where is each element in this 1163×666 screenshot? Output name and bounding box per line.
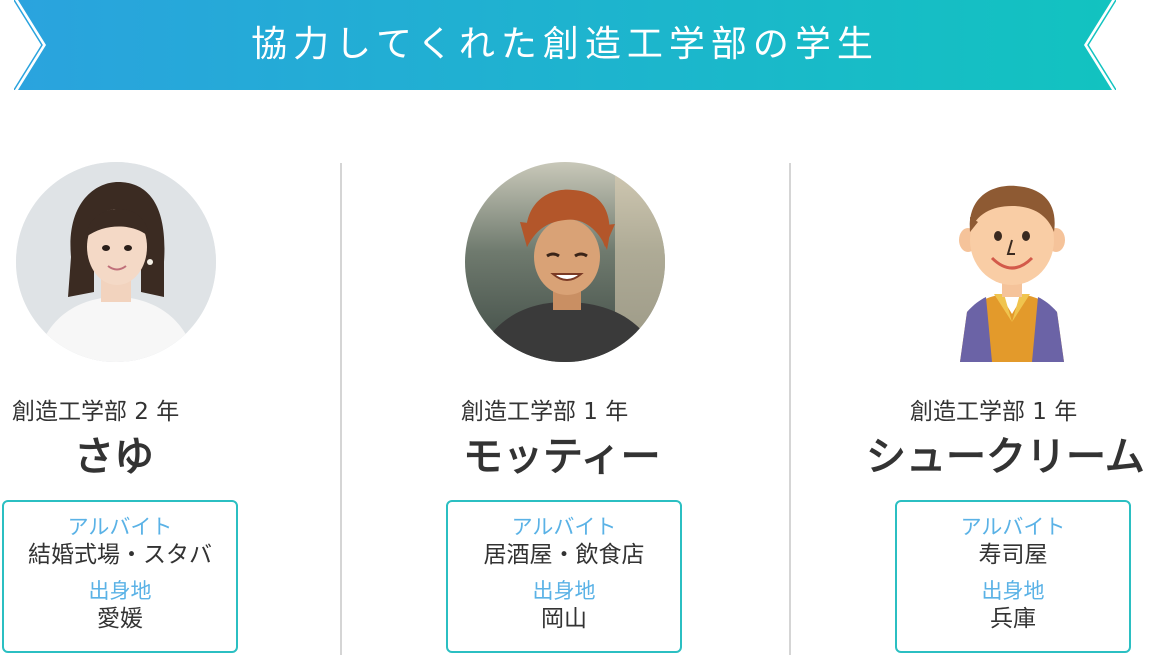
student-name: さゆ bbox=[74, 434, 154, 480]
hometown-label: 出身地 bbox=[88, 579, 152, 603]
job-label: アルバイト bbox=[67, 515, 173, 539]
hometown-label: 出身地 bbox=[532, 579, 596, 603]
job-label: アルバイト bbox=[511, 515, 617, 539]
student-info-box: アルバイト 居酒屋・飲食店 出身地 岡山 bbox=[446, 500, 682, 653]
student-name: モッティー bbox=[463, 434, 661, 480]
cartoon-avatar-illustration bbox=[912, 162, 1112, 362]
title-banner: 協力してくれた創造工学部の学生 bbox=[14, 0, 1116, 90]
student-photo-avatar bbox=[465, 162, 665, 362]
student-photo-avatar bbox=[16, 162, 216, 362]
job-value: 結婚式場・スタバ bbox=[28, 542, 212, 568]
student-grade: 創造工学部 1 年 bbox=[910, 399, 1078, 425]
hometown-label: 出身地 bbox=[981, 579, 1045, 603]
hometown-value: 兵庫 bbox=[990, 606, 1036, 632]
hometown-value: 愛媛 bbox=[97, 606, 143, 632]
column-divider bbox=[340, 163, 342, 655]
student-grade: 創造工学部 2 年 bbox=[12, 399, 180, 425]
column-divider bbox=[789, 163, 791, 655]
student-info-box: アルバイト 結婚式場・スタバ 出身地 愛媛 bbox=[2, 500, 238, 653]
student-grade: 創造工学部 1 年 bbox=[461, 399, 629, 425]
job-value: 寿司屋 bbox=[978, 542, 1048, 568]
job-value: 居酒屋・飲食店 bbox=[483, 542, 645, 568]
banner-title: 協力してくれた創造工学部の学生 bbox=[251, 24, 879, 65]
hometown-value: 岡山 bbox=[541, 606, 587, 632]
student-info-box: アルバイト 寿司屋 出身地 兵庫 bbox=[895, 500, 1131, 653]
student-name: シュークリーム bbox=[866, 434, 1145, 480]
job-label: アルバイト bbox=[960, 515, 1066, 539]
